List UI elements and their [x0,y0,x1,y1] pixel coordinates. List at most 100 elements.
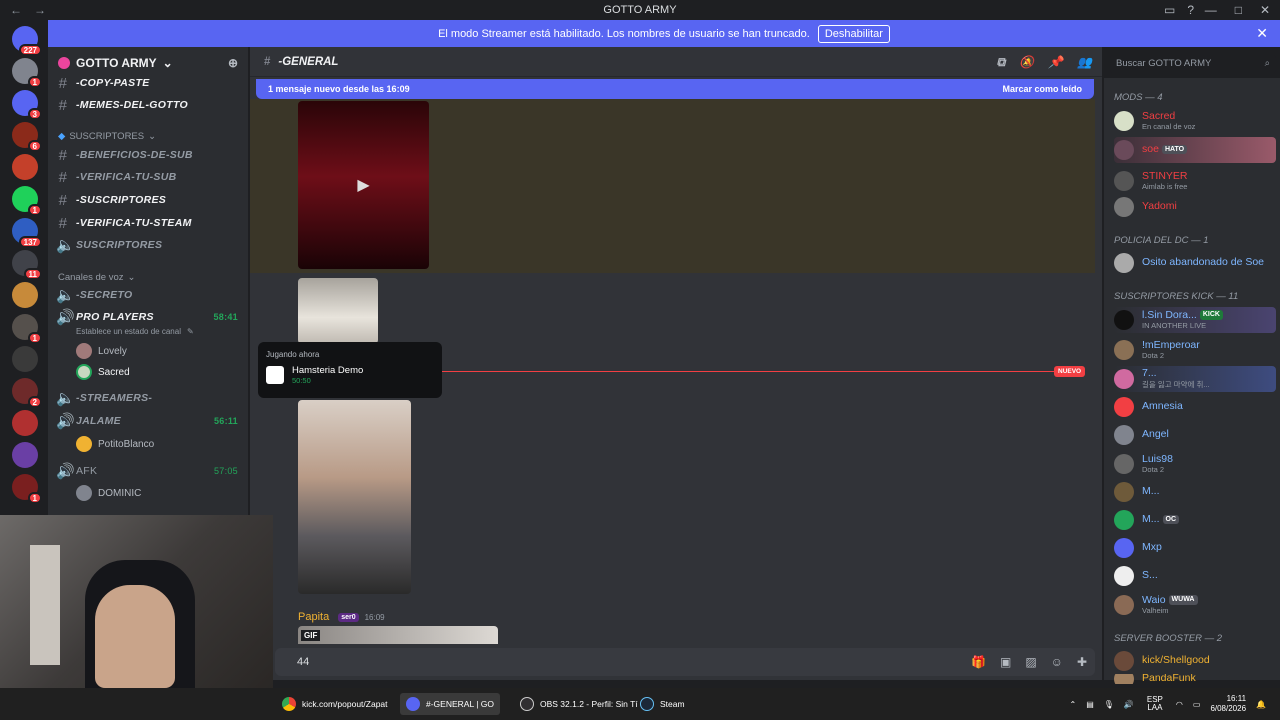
back-icon[interactable]: ← [10,3,22,17]
channel-status[interactable]: Establece un estado de canal ✎ [76,327,194,336]
channel-suscriptores[interactable]: # -SUSCRIPTORES [56,190,246,210]
server-icon[interactable]: 1 [12,58,42,88]
emoji-icon[interactable]: ☺ [1051,655,1063,669]
members-icon[interactable]: 👥 [1077,55,1092,70]
taskbar-steam[interactable]: Steam [640,696,685,712]
voice-channel-streamers[interactable]: 🔈 -STREAMERS- [56,388,246,408]
close-window-icon[interactable]: ✕ [1260,3,1270,17]
server-icon[interactable]: 1 [12,186,42,216]
member-soe[interactable]: soe HATO [1114,137,1276,163]
channel-verifica-sub[interactable]: # -VERIFICA-TU-SUB [56,167,246,187]
forward-icon[interactable]: → [34,3,46,17]
gif-attachment[interactable]: GIF [298,626,498,644]
chevron-up-icon[interactable]: ⌃ [1070,700,1077,709]
channel-copy-paste[interactable]: # -COPY-PASTE [56,73,246,93]
server-icon[interactable]: 1 [12,474,42,504]
voice-channel-afk[interactable]: 🔊 AFK 57:05 [56,461,246,481]
taskbar-obs[interactable]: OBS 32.1.2 - Perfil: Sin Tí [520,696,638,712]
member-seven[interactable]: 7... 길을 잃고 마약에 취... [1114,366,1276,392]
mark-read-button[interactable]: Marcar como leído [1002,84,1082,94]
member-shellgood[interactable]: kick/Shellgood [1114,648,1276,674]
monitor-icon[interactable]: ▤ [1086,700,1094,709]
disable-streamer-button[interactable]: Deshabilitar [817,24,890,43]
member-yadomi[interactable]: Yadomi [1114,194,1276,220]
author-name[interactable]: Papita [298,611,329,623]
member-stinyer[interactable]: STINYER Aimlab is free [1114,168,1276,194]
language-indicator[interactable]: ESP LAA [1144,695,1166,714]
apps-icon[interactable]: ✚ [1077,655,1087,669]
server-icon[interactable] [12,154,38,180]
voice-user-sacred[interactable]: Sacred [76,364,130,380]
member-osito[interactable]: Osito abandonado de Soe [1114,250,1276,276]
server-icon[interactable]: 3 [12,90,42,120]
add-member-icon[interactable]: ⊕ [228,56,238,70]
server-icon[interactable]: 2 [12,378,42,408]
member-pandafunk[interactable]: PandaFunk [1114,674,1276,684]
avatar [1114,369,1134,389]
minimize-icon[interactable]: — [1205,3,1217,17]
channel-beneficios[interactable]: # -BENEFICIOS-DE-SUB [56,145,246,165]
member-sin-dora[interactable]: l.Sin Dora... KICK IN ANOTHER LIVE [1114,307,1276,333]
taskbar-chrome[interactable]: kick.com/popout/Zapat [282,696,388,712]
photo-attachment[interactable] [298,400,411,594]
taskbar-discord[interactable]: #-GENERAL | GO [400,693,501,715]
member-angel[interactable]: Angel [1114,422,1276,448]
channel-verifica-steam[interactable]: # -VERIFICA-TU-STEAM [56,213,246,233]
server-icon[interactable]: 6 [12,122,42,152]
voice-channel-jalame[interactable]: 🔊 JALAME 56:11 [56,411,246,431]
voice-channel-secreto[interactable]: 🔈 -SECRETO [56,285,246,305]
server-icon[interactable] [12,410,38,436]
server-icon[interactable] [12,282,38,308]
mic-icon[interactable]: 🎙 [1104,700,1114,709]
inbox-icon[interactable]: ▭ [1164,3,1175,17]
category-suscriptores[interactable]: ◆ SUSCRIPTORES ⌄ [58,131,156,142]
server-icon[interactable]: 1 [12,314,42,344]
home-button[interactable]: 227 [12,26,42,56]
member-mxp[interactable]: Mxp [1114,535,1276,561]
clock[interactable]: 16:11 6/08/2026 [1210,694,1246,715]
member-emperoar[interactable]: !mEmperoar Dota 2 [1114,337,1276,363]
member-m2[interactable]: M... OC [1114,507,1276,533]
wifi-icon[interactable]: ◠ [1176,700,1183,709]
cat-image-attachment[interactable] [298,278,378,344]
game-activity[interactable]: Hamsteria Demo 50:50 [266,365,434,385]
video-attachment[interactable]: ▶ [298,101,429,269]
voice-user-lovely[interactable]: Lovely [76,343,127,359]
server-icon[interactable] [12,346,38,372]
help-icon[interactable]: ? [1187,3,1194,17]
message-header: Papita ser0 16:09 [298,611,385,623]
member-s[interactable]: S... [1114,563,1276,589]
pin-icon[interactable]: 📌 [1048,55,1063,70]
gift-icon[interactable]: 🎁 [971,655,986,669]
member-m1[interactable]: M... [1114,479,1276,505]
voice-channel-pro-players[interactable]: 🔊 PRO PLAYERS 58:41 [56,307,246,327]
threads-icon[interactable]: ⧉ [997,55,1006,70]
channel-label: -COPY-PASTE [76,77,150,89]
close-icon[interactable]: ✕ [1256,25,1268,42]
search-input[interactable]: Buscar GOTTO ARMY ⌕ [1110,55,1276,73]
channel-memes[interactable]: # -MEMES-DEL-GOTTO [56,95,246,115]
bell-icon[interactable]: 🔕 [1019,55,1034,70]
category-voice[interactable]: Canales de voz ⌄ [58,272,135,283]
server-icon[interactable] [12,442,38,468]
sticker-icon[interactable]: ▨ [1025,655,1036,669]
message-input[interactable]: 44 🎁 ▣ ▨ ☺ ✚ [275,648,1095,676]
voice-channel-suscriptores[interactable]: 🔈 SUSCRIPTORES [56,235,246,255]
member-sacred[interactable]: Sacred En canal de voz [1114,108,1276,134]
battery-icon[interactable]: ▭ [1193,700,1201,709]
server-icon[interactable]: 11 [12,250,42,280]
server-icon[interactable]: 137 [12,218,42,248]
maximize-icon[interactable]: □ [1235,3,1242,17]
member-waio[interactable]: Waio WUWA Valheim [1114,592,1276,618]
channel-label: JALAME [76,415,121,427]
voice-user-dominic[interactable]: DOMINIC [76,485,141,501]
notifications-icon[interactable]: 🔔 [1256,700,1266,709]
play-icon[interactable]: ▶ [357,175,369,195]
member-amnesia[interactable]: Amnesia [1114,394,1276,420]
new-messages-bar[interactable]: 1 mensaje nuevo desde las 16:09 Marcar c… [256,79,1094,99]
member-luis98[interactable]: Luis98 Dota 2 [1114,451,1276,477]
gif-icon[interactable]: ▣ [1000,655,1011,669]
diamond-icon: ◆ [58,131,66,142]
voice-user-potito[interactable]: PotitoBlanco [76,436,154,452]
volume-icon[interactable]: 🔊 [1124,700,1134,709]
